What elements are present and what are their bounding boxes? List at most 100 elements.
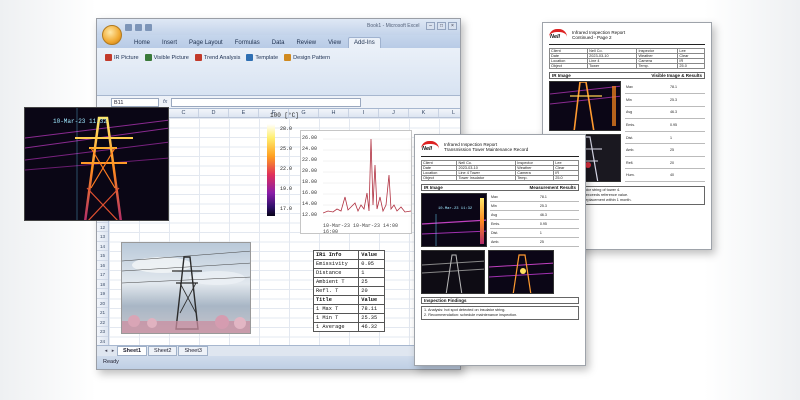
design-pattern-label: Design Pattern	[293, 54, 331, 61]
table-cell[interactable]: Refl. T	[312, 286, 360, 296]
thermal-image[interactable]: 10-Mar-23 11:32	[24, 107, 169, 221]
fx-icon[interactable]: fx	[163, 99, 167, 105]
column-header[interactable]: C	[169, 109, 199, 117]
column-header[interactable]: I	[349, 109, 379, 117]
trend-plot[interactable]: 26.00 24.00 22.00 20.00 18.00 16.00 14.0…	[300, 130, 412, 235]
sheet-tab-3[interactable]: Sheet3	[178, 346, 208, 356]
info-cell: Temp.	[515, 175, 555, 181]
table-cell[interactable]: Value	[358, 295, 385, 305]
row-header[interactable]: 12	[97, 223, 108, 232]
visible-photo[interactable]	[121, 242, 251, 334]
section-header: IR Image Visible Image & Results	[549, 72, 705, 79]
report-result-list: Max 78.1 Min 25.3 Avg 46.3 Emis. 0.95 Dist. 1…	[490, 193, 579, 247]
section-title: Inspection Findings	[424, 298, 467, 303]
row-header[interactable]: 16	[97, 261, 108, 270]
undo-icon[interactable]	[135, 23, 142, 31]
first-sheet-arrow-icon[interactable]: ◂	[103, 348, 109, 354]
table-cell[interactable]: 1 Min T	[312, 313, 360, 323]
table-cell[interactable]: 1 Max T	[312, 304, 360, 314]
row-header[interactable]: 21	[97, 308, 108, 318]
row-header[interactable]: 23	[97, 327, 108, 337]
sheet-tab-bar: ◂ ▸ Sheet1 Sheet2 Sheet3	[97, 345, 460, 356]
next-sheet-arrow-icon[interactable]: ▸	[110, 348, 116, 354]
column-header[interactable]: E	[229, 109, 259, 117]
report-tower-image	[421, 250, 485, 294]
colorbar-tick: 19.0	[280, 186, 293, 192]
table-cell[interactable]: 1 Average	[312, 322, 360, 332]
note-line: 2. Recommendation: schedule maintenance …	[424, 313, 518, 317]
column-header[interactable]: J	[379, 109, 409, 117]
formula-input[interactable]	[171, 97, 362, 107]
ir-picture-icon	[105, 54, 112, 61]
row-header[interactable]: 15	[97, 251, 108, 261]
sheet-tab-1[interactable]: Sheet1	[117, 346, 148, 356]
maximize-button[interactable]: □	[437, 22, 446, 30]
trend-analysis-button[interactable]: Trend Analysis	[194, 54, 241, 61]
table-cell[interactable]: IR1 Info	[312, 250, 360, 260]
redo-icon[interactable]	[145, 23, 152, 31]
column-header[interactable]: H	[319, 109, 349, 117]
row-header[interactable]: 13	[97, 232, 108, 242]
tab-home[interactable]: Home	[129, 38, 155, 48]
tab-insert[interactable]: Insert	[157, 38, 182, 48]
table-cell[interactable]: 25.35	[358, 313, 385, 323]
sheet-tab-2[interactable]: Sheet2	[148, 346, 178, 356]
tab-data[interactable]: Data	[267, 38, 290, 48]
plot-y-tick: 12.00	[302, 212, 318, 218]
template-button[interactable]: Template	[246, 54, 278, 61]
table-cell[interactable]: 1	[358, 268, 385, 278]
trend-analysis-icon	[194, 54, 202, 61]
tab-review[interactable]: Review	[291, 38, 321, 48]
report-title-line: Continued - Page 2	[572, 35, 612, 40]
value-label: Min	[490, 201, 539, 212]
trend-analysis-label: Trend Analysis	[203, 54, 241, 61]
table-cell[interactable]: Title	[312, 295, 360, 305]
table-cell[interactable]: Emissivity	[312, 259, 360, 269]
table-cell[interactable]: 46.32	[358, 322, 385, 332]
close-button[interactable]: ×	[448, 22, 457, 30]
name-box[interactable]: B11	[111, 97, 159, 107]
window-controls: – □ ×	[426, 22, 457, 30]
tab-formulas[interactable]: Formulas	[230, 38, 265, 48]
table-cell[interactable]: 0.95	[358, 259, 385, 269]
office-button[interactable]	[102, 25, 122, 45]
row-header[interactable]: 20	[97, 299, 108, 308]
tab-add-ins[interactable]: Add-Ins	[348, 37, 381, 48]
info-cell: Object	[548, 63, 589, 69]
column-header[interactable]: K	[409, 109, 439, 117]
value-label: Max	[490, 193, 539, 203]
info-cell: Object	[420, 175, 458, 181]
row-header[interactable]: 18	[97, 280, 108, 289]
value-cell: 1	[538, 228, 579, 239]
section-title: Measurement Results	[529, 185, 576, 190]
table-cell[interactable]: 25	[358, 277, 385, 287]
table-cell[interactable]: Ambient T	[312, 277, 360, 287]
table-cell[interactable]: Distance	[312, 268, 360, 278]
thermal-timestamp: 10-Mar-23 11:32	[53, 118, 108, 125]
table-cell[interactable]: Value	[358, 250, 385, 260]
trend-line	[323, 138, 411, 217]
table-row: 1 Max T 78.11	[312, 304, 385, 314]
tab-page-layout[interactable]: Page Layout	[184, 38, 228, 48]
tab-view[interactable]: View	[323, 38, 346, 48]
column-header[interactable]: D	[199, 109, 229, 117]
table-row: Title Value	[312, 295, 385, 305]
minimize-button[interactable]: –	[426, 22, 435, 30]
save-icon[interactable]	[125, 23, 132, 31]
value-cell: 46.3	[538, 210, 579, 221]
design-pattern-button[interactable]: Design Pattern	[284, 54, 330, 61]
row-header[interactable]: 17	[97, 270, 108, 280]
row-header[interactable]: 19	[97, 289, 108, 299]
quick-access-toolbar	[125, 23, 152, 31]
table-cell[interactable]: 78.11	[358, 304, 385, 314]
report-page-front: Nell Infrared Inspection Report Transmis…	[414, 134, 586, 366]
report-info-table: Client Nell Co. Inspector Lee Date 2023-03-1…	[548, 48, 705, 69]
row-header[interactable]: 22	[97, 318, 108, 327]
status-bar: Ready	[97, 356, 460, 369]
column-header[interactable]: L	[439, 109, 460, 117]
row-header[interactable]: 14	[97, 242, 108, 251]
visible-picture-button[interactable]: Visible Picture	[144, 54, 189, 61]
value-cell: 46.3	[668, 106, 705, 120]
table-cell[interactable]: 20	[358, 286, 385, 296]
ir-picture-button[interactable]: IR Picture	[105, 54, 139, 61]
